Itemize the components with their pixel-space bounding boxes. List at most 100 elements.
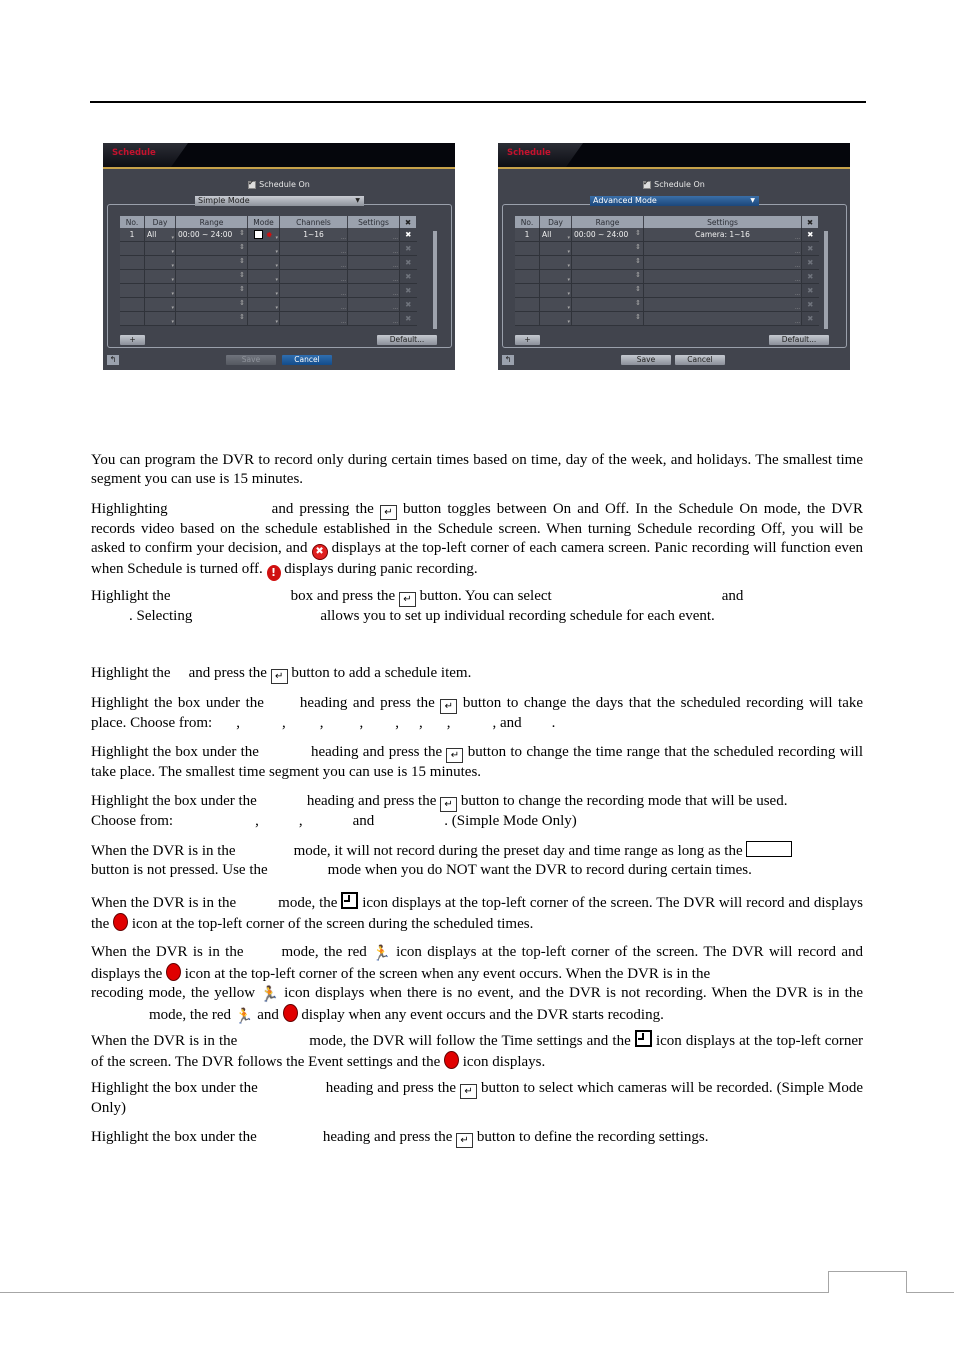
schedule-on-checkbox[interactable]: Schedule On bbox=[103, 179, 455, 189]
text: displays during panic recording. bbox=[284, 561, 478, 577]
checkbox-checked-icon[interactable] bbox=[643, 179, 652, 189]
schedule-table: No. Day Range Mode Channels Settings ✖ 1… bbox=[120, 216, 417, 326]
cell-settings[interactable]: … bbox=[643, 283, 802, 298]
delete-row-icon[interactable]: ✖ bbox=[801, 241, 819, 256]
cell-mode[interactable]: ▾ bbox=[247, 241, 280, 256]
delete-row-icon[interactable]: ✖ bbox=[399, 283, 417, 298]
cell-settings[interactable]: Camera: 1~16… bbox=[643, 228, 802, 242]
delete-row-icon[interactable]: ✖ bbox=[399, 311, 417, 326]
cell-settings[interactable]: … bbox=[643, 241, 802, 256]
cell-settings[interactable]: … bbox=[347, 283, 400, 298]
cell-day[interactable]: ▾ bbox=[539, 241, 572, 256]
cell-channels[interactable]: 1~16… bbox=[279, 228, 348, 242]
default-button[interactable]: Default... bbox=[769, 335, 829, 345]
cell-range[interactable]: ⇕ bbox=[175, 311, 248, 326]
cell-day[interactable]: ▾ bbox=[539, 311, 572, 326]
cell-mode[interactable]: ▾ bbox=[247, 269, 280, 284]
cell-channels[interactable]: … bbox=[279, 241, 348, 256]
cell-day[interactable]: ▾ bbox=[144, 283, 176, 298]
cell-settings[interactable]: … bbox=[347, 269, 400, 284]
cell-range[interactable]: ⇕ bbox=[571, 283, 644, 298]
delete-row-icon[interactable]: ✖ bbox=[801, 297, 819, 312]
delete-row-icon[interactable]: ✖ bbox=[399, 269, 417, 284]
cell-settings[interactable]: … bbox=[347, 255, 400, 270]
delete-all-icon[interactable]: ✖ bbox=[399, 216, 417, 228]
cell-channels[interactable]: … bbox=[279, 283, 348, 298]
cell-range[interactable]: 00:00 ~ 24:00 ⇕ bbox=[175, 228, 248, 242]
event-red-icon: 🏃 bbox=[234, 1007, 254, 1025]
cell-range[interactable]: ⇕ bbox=[175, 283, 248, 298]
cell-range[interactable]: ⇕ bbox=[175, 241, 248, 256]
cell-day[interactable]: ▾ bbox=[539, 255, 572, 270]
cell-range[interactable]: ⇕ bbox=[175, 255, 248, 270]
cell-range[interactable]: ⇕ bbox=[571, 255, 644, 270]
mode-select[interactable]: Advanced Mode ▼ bbox=[590, 196, 759, 206]
cell-mode[interactable]: ▾ bbox=[247, 255, 280, 270]
cell-settings[interactable]: … bbox=[643, 269, 802, 284]
cell-mode[interactable]: ▾ bbox=[247, 283, 280, 298]
cell-settings[interactable]: … bbox=[643, 311, 802, 326]
cell-day[interactable]: ▾ bbox=[144, 269, 176, 284]
cell-day[interactable]: ▾ bbox=[539, 283, 572, 298]
cell-range[interactable]: ⇕ bbox=[175, 297, 248, 312]
cell-range[interactable]: ⇕ bbox=[571, 241, 644, 256]
cell-range[interactable]: 00:00 ~ 24:00 ⇕ bbox=[571, 228, 644, 242]
cell-settings[interactable]: … bbox=[347, 241, 400, 256]
dropdown-icon: ▾ bbox=[567, 235, 570, 241]
cell-settings[interactable]: … bbox=[347, 297, 400, 312]
back-icon[interactable]: ↰ bbox=[502, 355, 514, 365]
delete-all-icon[interactable]: ✖ bbox=[801, 216, 819, 228]
delete-row-icon[interactable]: ✖ bbox=[399, 228, 417, 242]
cancel-button[interactable]: Cancel bbox=[675, 355, 725, 365]
mode-select[interactable]: Simple Mode ▼ bbox=[195, 196, 364, 206]
add-button[interactable]: + bbox=[120, 335, 145, 345]
cell-day[interactable]: All ▾ bbox=[144, 228, 176, 242]
delete-row-icon[interactable]: ✖ bbox=[399, 297, 417, 312]
delete-row-icon[interactable]: ✖ bbox=[801, 255, 819, 270]
back-icon[interactable]: ↰ bbox=[107, 355, 119, 365]
footer-rule bbox=[0, 1292, 954, 1293]
ellipsis-icon: … bbox=[795, 277, 800, 283]
delete-row-icon[interactable]: ✖ bbox=[801, 311, 819, 326]
add-button[interactable]: + bbox=[515, 335, 540, 345]
enter-button-icon: ↵ bbox=[270, 669, 288, 684]
delete-row-icon[interactable]: ✖ bbox=[399, 241, 417, 256]
cell-settings[interactable]: … bbox=[643, 297, 802, 312]
cell-settings[interactable]: … bbox=[643, 255, 802, 270]
cell-channels[interactable]: … bbox=[279, 255, 348, 270]
record-icon bbox=[166, 963, 181, 981]
delete-row-icon[interactable]: ✖ bbox=[801, 228, 819, 242]
cell-settings[interactable]: … bbox=[347, 311, 400, 326]
cell-mode[interactable]: ▾ bbox=[247, 297, 280, 312]
scrollbar[interactable] bbox=[433, 231, 437, 329]
cell-channels[interactable]: … bbox=[279, 297, 348, 312]
cell-day[interactable]: ▾ bbox=[539, 297, 572, 312]
save-button[interactable]: Save bbox=[226, 355, 276, 365]
scrollbar[interactable] bbox=[824, 231, 828, 329]
cell-mode[interactable]: ✸ ▾ bbox=[247, 228, 280, 242]
cell-day[interactable]: All ▾ bbox=[539, 228, 572, 242]
delete-row-icon[interactable]: ✖ bbox=[801, 269, 819, 284]
cell-day[interactable]: ▾ bbox=[144, 311, 176, 326]
schedule-on-checkbox[interactable]: Schedule On bbox=[498, 179, 850, 189]
cell-mode[interactable]: ▾ bbox=[247, 311, 280, 326]
delete-row-icon[interactable]: ✖ bbox=[399, 255, 417, 270]
cell-day[interactable]: ▾ bbox=[144, 297, 176, 312]
save-button[interactable]: Save bbox=[621, 355, 671, 365]
cell-range[interactable]: ⇕ bbox=[571, 297, 644, 312]
cell-range[interactable]: ⇕ bbox=[175, 269, 248, 284]
dropdown-icon: ▾ bbox=[171, 291, 174, 297]
cell-range[interactable]: ⇕ bbox=[571, 269, 644, 284]
cancel-button[interactable]: Cancel bbox=[282, 355, 332, 365]
cell-channels[interactable]: … bbox=[279, 311, 348, 326]
cell-range[interactable]: ⇕ bbox=[571, 311, 644, 326]
delete-row-icon[interactable]: ✖ bbox=[801, 283, 819, 298]
cell-day[interactable]: ▾ bbox=[144, 255, 176, 270]
cell-day[interactable]: ▾ bbox=[144, 241, 176, 256]
cell-day[interactable]: ▾ bbox=[539, 269, 572, 284]
schedule-on-label: Schedule On bbox=[654, 180, 705, 189]
cell-settings[interactable]: … bbox=[347, 228, 400, 242]
default-button[interactable]: Default... bbox=[377, 335, 437, 345]
checkbox-checked-icon[interactable] bbox=[248, 179, 257, 189]
cell-channels[interactable]: … bbox=[279, 269, 348, 284]
